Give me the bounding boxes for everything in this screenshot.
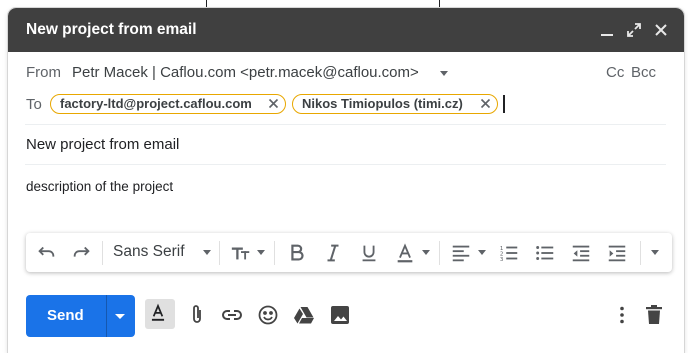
divider (25, 164, 666, 165)
numbered-list-icon[interactable]: 123 (498, 242, 520, 264)
bold-icon[interactable] (286, 242, 308, 264)
photo-icon[interactable] (327, 302, 353, 328)
emoji-icon[interactable] (255, 302, 281, 328)
align-icon[interactable] (450, 242, 472, 264)
link-icon[interactable] (219, 302, 245, 328)
more-options-icon[interactable] (609, 302, 635, 328)
text-color-icon[interactable] (394, 242, 416, 264)
subject-input[interactable]: New project from email (26, 136, 179, 153)
compose-window: New project from email From Petr Macek |… (8, 8, 684, 353)
text-cursor (503, 95, 505, 113)
toolbar-separator (219, 241, 220, 265)
title-bar: New project from email (8, 8, 684, 52)
divider (25, 124, 666, 125)
toolbar-separator (640, 241, 641, 265)
background-line-left (206, 0, 207, 8)
drive-icon[interactable] (291, 302, 317, 328)
trash-icon[interactable] (641, 302, 667, 328)
background-line-right (439, 0, 440, 8)
recipient-label: factory-ltd@project.caflou.com (60, 96, 252, 111)
remove-recipient-icon[interactable] (479, 97, 492, 110)
bulleted-list-icon[interactable] (534, 242, 556, 264)
formatting-toolbar: Sans Serif 123 (26, 233, 672, 272)
chevron-down-icon[interactable] (478, 250, 486, 255)
expand-icon[interactable] (624, 20, 644, 40)
chevron-down-icon[interactable] (422, 250, 430, 255)
recipient-chip[interactable]: factory-ltd@project.caflou.com (50, 94, 286, 114)
toolbar-separator (102, 241, 103, 265)
attach-icon[interactable] (184, 302, 210, 328)
toolbar-separator (274, 241, 275, 265)
undo-icon[interactable] (35, 242, 57, 264)
indent-less-icon[interactable] (570, 242, 592, 264)
close-icon[interactable] (651, 20, 671, 40)
chevron-down-icon[interactable] (115, 314, 125, 319)
formatting-options-icon[interactable] (145, 299, 175, 329)
svg-text:3: 3 (500, 257, 504, 263)
chevron-down-icon[interactable] (440, 71, 448, 76)
message-body[interactable]: description of the project (26, 179, 173, 194)
window-title: New project from email (26, 21, 197, 38)
redo-icon[interactable] (71, 242, 93, 264)
remove-recipient-icon[interactable] (267, 97, 280, 110)
font-selector[interactable]: Sans Serif (113, 243, 185, 261)
from-selector[interactable]: Petr Macek | Caflou.com <petr.macek@cafl… (72, 64, 419, 81)
cc-link[interactable]: Cc (606, 64, 624, 81)
text-size-icon[interactable] (230, 242, 252, 264)
toolbar-separator (439, 241, 440, 265)
recipient-label: Nikos Timiopulos (timi.cz) (302, 96, 463, 111)
bcc-link[interactable]: Bcc (631, 64, 656, 81)
recipient-chip[interactable]: Nikos Timiopulos (timi.cz) (292, 94, 498, 114)
indent-more-icon[interactable] (606, 242, 628, 264)
chevron-down-icon[interactable] (203, 250, 211, 255)
minimize-icon[interactable] (597, 20, 617, 40)
to-label: To (26, 96, 42, 113)
send-button[interactable]: Send (26, 295, 135, 337)
underline-icon[interactable] (358, 242, 380, 264)
italic-icon[interactable] (322, 242, 344, 264)
send-separator (106, 295, 107, 337)
chevron-down-icon[interactable] (257, 250, 265, 255)
from-label: From (26, 64, 61, 81)
send-label: Send (47, 307, 84, 324)
more-formatting-icon[interactable] (651, 250, 659, 255)
